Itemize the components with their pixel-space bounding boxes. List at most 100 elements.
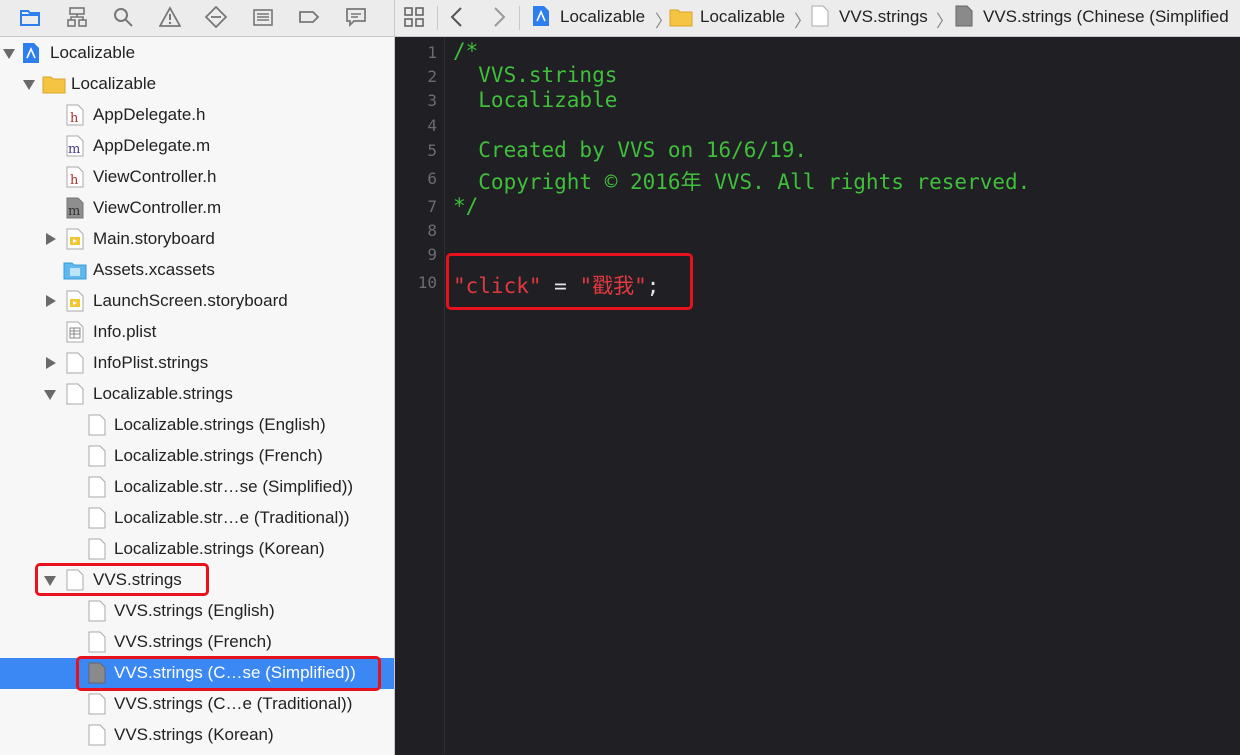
- related-items-icon[interactable]: [403, 6, 425, 28]
- code-line: Copyright © 2016年 VVS. All rights reserv…: [453, 170, 1031, 194]
- project-navigator: Localizable Localizable h AppDelegate.h …: [0, 0, 395, 755]
- breadcrumb-group[interactable]: Localizable: [700, 7, 785, 27]
- disclosure-right-icon[interactable]: [46, 233, 56, 245]
- strings-file-icon: [88, 538, 106, 560]
- tree-item-file[interactable]: Localizable.strings (French): [0, 441, 394, 472]
- tree-item-file-selected[interactable]: VVS.strings (C…se (Simplified)): [0, 658, 394, 689]
- tree-item-label: Assets.xcassets: [93, 260, 215, 279]
- tree-item-file[interactable]: Localizable.str…e (Traditional)): [0, 503, 394, 534]
- tree-item-file[interactable]: Localizable.strings (Korean): [0, 534, 394, 565]
- line-number: 6: [427, 169, 437, 188]
- tree-item-label: InfoPlist.strings: [93, 353, 209, 372]
- strings-file-icon: [88, 631, 106, 653]
- tree-item-file[interactable]: VVS.strings (C…e (Traditional)): [0, 689, 394, 720]
- test-icon[interactable]: [202, 4, 230, 30]
- tree-item-project[interactable]: Localizable: [0, 38, 394, 69]
- tree-item-label: VVS.strings (English): [114, 601, 275, 620]
- tree-item-file[interactable]: m AppDelegate.m: [0, 131, 394, 162]
- svg-text:h: h: [70, 173, 79, 188]
- code-line-localized-entry: "click" = "戳我";: [453, 270, 659, 300]
- tree-item-file[interactable]: h ViewController.h: [0, 162, 394, 193]
- xcode-project-icon: [533, 6, 549, 26]
- breadcrumb-separator-icon: 〉: [794, 12, 811, 31]
- svg-text:m: m: [68, 142, 80, 157]
- assets-folder-icon: [63, 262, 87, 280]
- back-icon[interactable]: [449, 6, 465, 28]
- disclosure-down-icon[interactable]: [44, 576, 56, 586]
- tree-item-file[interactable]: Localizable.strings (English): [0, 410, 394, 441]
- storyboard-icon: [66, 290, 84, 312]
- tree-item-file[interactable]: Localizable.strings: [0, 379, 394, 410]
- strings-file-icon: [88, 600, 106, 622]
- breadcrumb-file[interactable]: VVS.strings: [839, 7, 928, 27]
- line-number: 10: [417, 273, 437, 292]
- line-number: 7: [427, 197, 437, 216]
- strings-file-icon: [88, 507, 106, 529]
- tree-item-file[interactable]: m ViewController.m: [0, 193, 394, 224]
- tree-item-file[interactable]: VVS.strings (French): [0, 627, 394, 658]
- code-line: Created by VVS on 16/6/19.: [453, 138, 808, 162]
- xcode-project-icon: [23, 43, 39, 63]
- tree-item-label: Localizable.str…e (Traditional)): [114, 508, 350, 527]
- strings-file-icon: [66, 383, 84, 405]
- strings-file-icon: [66, 569, 84, 591]
- tree-item-file[interactable]: LaunchScreen.storyboard: [0, 286, 394, 317]
- folder-icon[interactable]: [16, 4, 44, 30]
- tree-item-file[interactable]: VVS.strings (English): [0, 596, 394, 627]
- breadcrumb-project[interactable]: Localizable: [560, 7, 645, 27]
- disclosure-down-icon[interactable]: [23, 80, 35, 90]
- tree-item-file[interactable]: InfoPlist.strings: [0, 348, 394, 379]
- code-line: /*: [453, 39, 479, 63]
- disclosure-right-icon[interactable]: [46, 295, 56, 307]
- equals-token: =: [541, 274, 580, 298]
- tree-item-file[interactable]: h AppDelegate.h: [0, 100, 394, 131]
- header-file-icon: h: [66, 104, 84, 126]
- tree-item-file[interactable]: Localizable.str…se (Simplified)): [0, 472, 394, 503]
- divider: [437, 6, 438, 30]
- tree-item-label: VVS.strings: [93, 570, 182, 589]
- breakpoint-icon[interactable]: [295, 4, 323, 30]
- code-line: */: [453, 194, 479, 218]
- report-icon[interactable]: [342, 4, 370, 30]
- source-editor[interactable]: 1 2 3 4 5 6 7 8 9 10 /* VVS.strings Loca…: [395, 37, 1240, 755]
- disclosure-down-icon[interactable]: [44, 390, 56, 400]
- tree-item-label: ViewController.m: [93, 198, 222, 217]
- tree-item-file[interactable]: VVS.strings (Korean): [0, 720, 394, 751]
- tree-item-label: Info.plist: [93, 322, 157, 341]
- implementation-file-icon: m: [66, 135, 84, 157]
- tree-item-group[interactable]: Localizable: [0, 69, 394, 100]
- search-icon[interactable]: [109, 4, 137, 30]
- line-number: 4: [427, 116, 437, 135]
- tree-item-label: Localizable.strings: [93, 384, 233, 403]
- storyboard-icon: [66, 228, 84, 250]
- folder-icon: [669, 9, 693, 27]
- line-number: 1: [427, 43, 437, 62]
- forward-icon[interactable]: [491, 6, 507, 28]
- tree-item-file[interactable]: Main.storyboard: [0, 224, 394, 255]
- line-number: 8: [427, 221, 437, 240]
- tree-item-file[interactable]: VVS.strings: [0, 565, 394, 596]
- header-file-icon: h: [66, 166, 84, 188]
- debug-icon[interactable]: [249, 4, 277, 30]
- tree-item-label: Localizable.str…se (Simplified)): [114, 477, 354, 496]
- plist-icon: [66, 321, 84, 343]
- tree-item-label: AppDelegate.m: [93, 136, 211, 155]
- svg-text:m: m: [68, 204, 80, 219]
- tree-item-label: Localizable.strings (Korean): [114, 539, 325, 558]
- strings-file-icon: [88, 476, 106, 498]
- strings-file-icon: [88, 414, 106, 436]
- breadcrumb-separator-icon: 〉: [936, 12, 953, 31]
- tree-item-file[interactable]: Assets.xcassets: [0, 255, 394, 286]
- tree-item-label: VVS.strings (Korean): [114, 725, 274, 744]
- folder-icon: [42, 76, 66, 94]
- line-number: 9: [427, 245, 437, 264]
- disclosure-down-icon[interactable]: [3, 49, 15, 59]
- jump-bar: Localizable 〉 Localizable 〉 VVS.strings …: [395, 0, 1240, 37]
- hierarchy-icon[interactable]: [63, 4, 91, 30]
- disclosure-right-icon[interactable]: [46, 357, 56, 369]
- tree-item-file[interactable]: Info.plist: [0, 317, 394, 348]
- warning-icon[interactable]: [156, 4, 184, 30]
- line-number: 2: [427, 67, 437, 86]
- breadcrumb-localization[interactable]: VVS.strings (Chinese (Simplified: [983, 7, 1229, 27]
- string-key: "click": [453, 274, 542, 298]
